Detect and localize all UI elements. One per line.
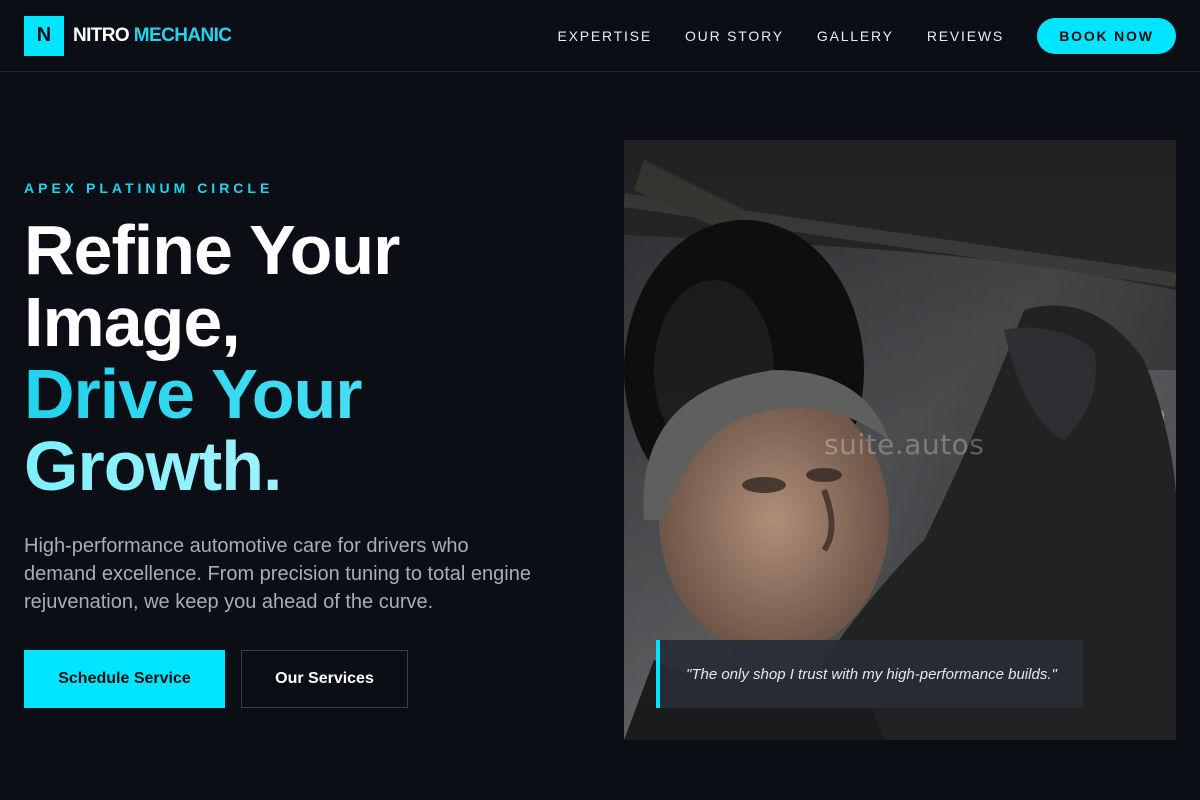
photo-watermark: suite.autos	[824, 428, 985, 461]
brand-name: NITRO MECHANIC	[73, 24, 232, 47]
hero-content: APEX PLATINUM CIRCLE Refine Your Image, …	[24, 180, 584, 708]
brand-mark: N	[24, 15, 64, 56]
headline-line-4: Growth.	[24, 430, 584, 502]
headline-line-3: Drive Your	[24, 358, 584, 430]
brand-name-primary: NITRO	[73, 24, 130, 46]
hero-headline: Refine Your Image, Drive Your Growth.	[24, 214, 584, 502]
hero-cta-row: Schedule Service Our Services	[24, 650, 584, 708]
hero-eyebrow: APEX PLATINUM CIRCLE	[24, 180, 274, 196]
headline-line-1: Refine Your	[24, 211, 400, 289]
brand-name-accent: MECHANIC	[133, 24, 232, 46]
testimonial-card: "The only shop I trust with my high-perf…	[656, 640, 1083, 708]
mechanic-photo: suite.autos "The only shop I trust with …	[624, 140, 1176, 740]
schedule-service-button[interactable]: Schedule Service	[24, 650, 225, 708]
hero-subtext: High-performance automotive care for dri…	[24, 535, 531, 613]
brand-logo[interactable]: N NITRO MECHANIC	[24, 15, 232, 56]
nav-link-expertise[interactable]: EXPERTISE	[557, 28, 652, 44]
nav-link-our-story[interactable]: OUR STORY	[685, 28, 784, 44]
our-services-button[interactable]: Our Services	[241, 650, 408, 708]
main-nav: EXPERTISE OUR STORY GALLERY REVIEWS BOOK…	[557, 17, 1176, 54]
nav-link-reviews[interactable]: REVIEWS	[927, 28, 1004, 44]
headline-line-2: Image,	[24, 283, 241, 361]
nav-link-gallery[interactable]: GALLERY	[817, 28, 894, 44]
top-navbar: N NITRO MECHANIC EXPERTISE OUR STORY GAL…	[0, 0, 1200, 72]
testimonial-quote: "The only shop I trust with my high-perf…	[686, 665, 1057, 683]
book-now-button[interactable]: BOOK NOW	[1037, 17, 1176, 54]
